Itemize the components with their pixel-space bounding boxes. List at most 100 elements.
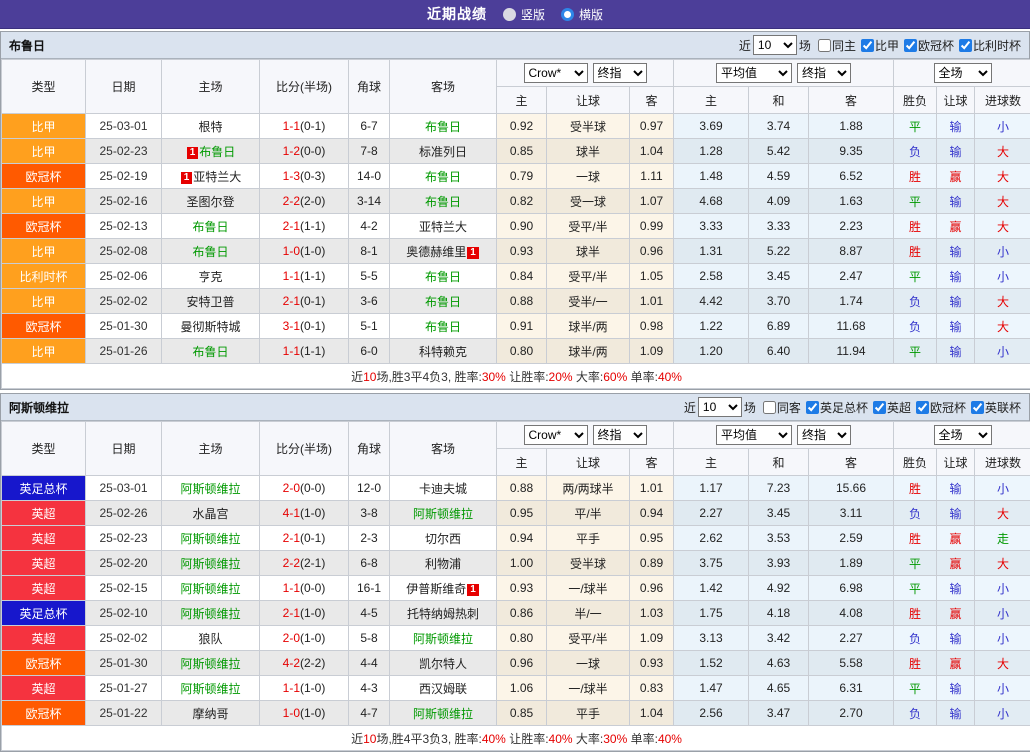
recent-count-select[interactable]: 10 xyxy=(698,397,742,417)
league-filter-option[interactable]: 比甲 xyxy=(856,37,899,54)
result-outcome: 负 xyxy=(894,626,937,651)
avg-final-select[interactable]: 终指 xyxy=(797,425,851,445)
match-score: 2-1(1-0) xyxy=(260,601,349,626)
filter-controls: 近10场同客英足总杯英超欧冠杯英联杯 xyxy=(682,397,1021,417)
odds-away: 1.07 xyxy=(630,189,674,214)
same-venue-checkbox[interactable] xyxy=(818,39,831,52)
league-filter-option[interactable]: 英超 xyxy=(868,399,911,416)
home-team-cell: 布鲁日 xyxy=(162,214,260,239)
result-handicap: 输 xyxy=(937,239,975,264)
same-venue-option[interactable]: 同客 xyxy=(758,399,801,416)
avg-draw: 3.45 xyxy=(749,264,809,289)
league-filter-option[interactable]: 欧冠杯 xyxy=(911,399,966,416)
away-team-name: 凯尔特人 xyxy=(419,657,467,671)
league-filter-checkbox[interactable] xyxy=(904,39,917,52)
odds-away: 0.97 xyxy=(630,114,674,139)
home-team-cell: 安特卫普 xyxy=(162,289,260,314)
odds-source-select[interactable]: Crow* xyxy=(524,425,588,445)
league-filter-label: 欧冠杯 xyxy=(918,37,954,54)
away-team-name: 卡迪夫城 xyxy=(419,482,467,496)
league-filter-checkbox[interactable] xyxy=(959,39,972,52)
avg-away: 6.98 xyxy=(809,576,894,601)
league-filter-option[interactable]: 英足总杯 xyxy=(801,399,868,416)
odds-home: 0.91 xyxy=(497,314,547,339)
league-filter-option[interactable]: 比利时杯 xyxy=(954,37,1021,54)
corner-score: 7-8 xyxy=(349,139,390,164)
odds-final-select[interactable]: 终指 xyxy=(593,63,647,83)
corner-score: 5-1 xyxy=(349,314,390,339)
result-handicap: 输 xyxy=(937,339,975,364)
odds-away: 1.01 xyxy=(630,476,674,501)
match-row: 比甲25-03-01根特1-1(0-1)6-7布鲁日0.92受半球0.973.6… xyxy=(2,114,1030,139)
handicap-line: 受半球 xyxy=(547,114,630,139)
avg-home: 2.56 xyxy=(674,701,749,726)
away-team-cell: 西汉姆联 xyxy=(390,676,497,701)
fulltime-score: 2-0 xyxy=(283,481,300,495)
fulltime-score: 2-2 xyxy=(283,194,300,208)
same-venue-checkbox[interactable] xyxy=(763,401,776,414)
avg-draw: 3.45 xyxy=(749,501,809,526)
home-team-cell: 布鲁日 xyxy=(162,239,260,264)
home-team-name: 安特卫普 xyxy=(186,295,234,309)
red-card-badge: 1 xyxy=(467,584,479,596)
away-team-cell: 托特纳姆热刺 xyxy=(390,601,497,626)
odds-home: 0.86 xyxy=(497,601,547,626)
avg-away: 9.35 xyxy=(809,139,894,164)
home-team-cell: 阿斯顿维拉 xyxy=(162,526,260,551)
league-filter-checkbox[interactable] xyxy=(861,39,874,52)
odds-final-select[interactable]: 终指 xyxy=(593,425,647,445)
league-filter-checkbox[interactable] xyxy=(806,401,819,414)
home-team-cell: 阿斯顿维拉 xyxy=(162,676,260,701)
odds-source-select[interactable]: Crow* xyxy=(524,63,588,83)
league-filter-option[interactable]: 英联杯 xyxy=(966,399,1021,416)
same-venue-label: 同客 xyxy=(777,399,801,416)
result-goals: 大 xyxy=(975,189,1030,214)
avg-away: 4.08 xyxy=(809,601,894,626)
league-filter-option[interactable]: 欧冠杯 xyxy=(899,37,954,54)
match-row: 欧冠杯25-01-22摩纳哥1-0(1-0)4-7阿斯顿维拉0.85平手1.04… xyxy=(2,701,1030,726)
odds-away: 0.93 xyxy=(630,651,674,676)
red-card-badge: 1 xyxy=(467,247,479,259)
league-filter-checkbox[interactable] xyxy=(916,401,929,414)
match-date: 25-01-30 xyxy=(86,314,162,339)
layout-radio-horizontal[interactable]: 横版 xyxy=(561,6,603,23)
corner-score: 3-8 xyxy=(349,501,390,526)
home-team-cell: 亨克 xyxy=(162,264,260,289)
result-outcome: 胜 xyxy=(894,164,937,189)
result-goals: 小 xyxy=(975,339,1030,364)
result-outcome: 胜 xyxy=(894,214,937,239)
away-team-cell: 伊普斯维奇1 xyxy=(390,576,497,601)
match-row: 英超25-02-23阿斯顿维拉2-1(0-1)2-3切尔西0.94平手0.952… xyxy=(2,526,1030,551)
odds-group-header: Crow*终指 xyxy=(497,422,674,449)
home-team-cell: 阿斯顿维拉 xyxy=(162,551,260,576)
handicap-line: 受平/半 xyxy=(547,626,630,651)
sub-column-header: 让球 xyxy=(937,449,975,476)
result-handicap: 输 xyxy=(937,114,975,139)
scope-select[interactable]: 全场 xyxy=(934,63,992,83)
handicap-line: 两/两球半 xyxy=(547,476,630,501)
avg-source-select[interactable]: 平均值 xyxy=(716,425,792,445)
match-score: 2-0(0-0) xyxy=(260,476,349,501)
layout-radio-vertical[interactable]: 竖版 xyxy=(503,6,545,23)
league-filter-checkbox[interactable] xyxy=(873,401,886,414)
avg-final-select[interactable]: 终指 xyxy=(797,63,851,83)
result-outcome: 负 xyxy=(894,314,937,339)
same-venue-option[interactable]: 同主 xyxy=(813,37,856,54)
league-filter-checkbox[interactable] xyxy=(971,401,984,414)
away-team-name: 阿斯顿维拉 xyxy=(413,632,473,646)
team-name: 阿斯顿维拉 xyxy=(9,399,69,416)
avg-home: 2.62 xyxy=(674,526,749,551)
match-score: 1-1(1-1) xyxy=(260,339,349,364)
scope-select[interactable]: 全场 xyxy=(934,425,992,445)
corner-score: 3-6 xyxy=(349,289,390,314)
league-badge: 英超 xyxy=(2,576,86,601)
corner-score: 4-3 xyxy=(349,676,390,701)
match-score: 1-2(0-0) xyxy=(260,139,349,164)
corner-score: 2-3 xyxy=(349,526,390,551)
odds-away: 0.99 xyxy=(630,214,674,239)
away-team-name: 布鲁日 xyxy=(425,270,461,284)
fulltime-score: 4-2 xyxy=(283,656,300,670)
recent-count-select[interactable]: 10 xyxy=(753,35,797,55)
avg-source-select[interactable]: 平均值 xyxy=(716,63,792,83)
halftime-score: (0-1) xyxy=(300,119,325,133)
